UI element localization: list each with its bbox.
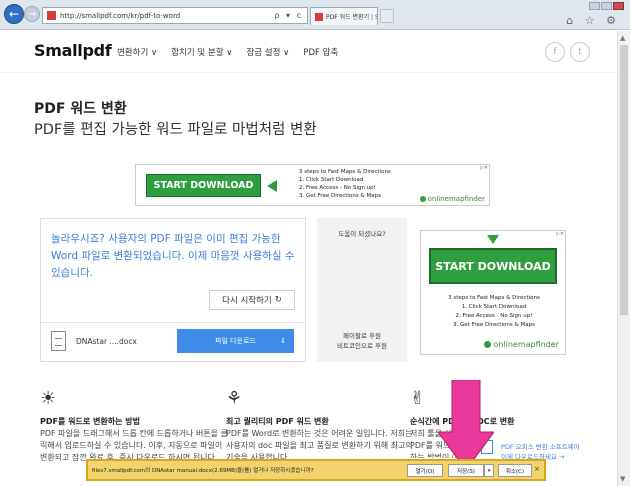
restart-button[interactable]: 다시 시작하기 ↻: [209, 290, 295, 310]
green-arrow-icon: [267, 180, 277, 192]
browser-titlebar: ← → http://smallpdf.com/kr/pdf-to-word ρ…: [0, 0, 630, 30]
award-icon: ⚘: [226, 388, 243, 409]
scroll-up-icon[interactable]: ▲: [620, 34, 625, 42]
page-scrollbar[interactable]: ▲ ▼: [617, 31, 630, 486]
card-divider: [41, 322, 305, 323]
donate-links[interactable]: 페이팔로 후원 비트코인으로 후원: [317, 331, 407, 351]
save-options-dropdown[interactable]: ▾: [484, 464, 494, 477]
url-text: http://smallpdf.com/kr/pdf-to-word: [60, 11, 181, 20]
ad-step: 1. Click Start Download: [299, 177, 364, 183]
side-ad-start-download-button[interactable]: START DOWNLOAD: [429, 248, 557, 284]
side-ad-brand-text: onlinemapfinder: [493, 340, 559, 349]
cancel-button[interactable]: 취소(C): [498, 464, 532, 477]
download-file-button[interactable]: 파일 다운로드 ⇓: [177, 329, 294, 353]
minimize-button[interactable]: [589, 2, 600, 10]
smallpdf-logo[interactable]: Smallpdf: [34, 41, 112, 60]
pink-down-arrow-icon: [438, 380, 494, 470]
side-ad-step: 3. Get Free Directions & Maps: [453, 322, 535, 328]
banner-ad[interactable]: ▷✕ START DOWNLOAD 3 steps to Fast Maps &…: [135, 164, 490, 206]
site-favicon-icon: [47, 11, 56, 20]
lightbulb-icon: ☀: [40, 388, 57, 409]
ad-step: 3. Get Free Directions & Maps: [299, 193, 381, 199]
download-file-label: 파일 다운로드: [215, 337, 256, 345]
side-ad-steps-head: 3 steps to Fast Maps & Directions: [448, 295, 540, 301]
green-down-arrow-icon: [487, 235, 499, 244]
menu-item-compress[interactable]: PDF 압축: [303, 46, 338, 58]
save-button[interactable]: 저장(S): [448, 464, 484, 477]
result-message: 놀라우시죠? 사용자의 PDF 파일은 이미 편집 가능한 Word 파일로 변…: [51, 233, 295, 279]
close-icon[interactable]: ×: [534, 465, 540, 473]
feature-title: PDF를 워드로 변환하는 방법: [40, 417, 140, 426]
forward-arrow-icon[interactable]: →: [24, 6, 40, 22]
menu-item-lock[interactable]: 잠금 설정 ∨: [246, 46, 289, 58]
twitter-icon[interactable]: t: [570, 42, 590, 62]
address-bar[interactable]: http://smallpdf.com/kr/pdf-to-word ρ ▾ c: [42, 7, 308, 24]
download-icon: ⇓: [280, 337, 286, 345]
page-title: PDF 워드 변환: [34, 101, 127, 117]
feature-title: 최고 퀄리티의 PDF 워드 변환: [226, 417, 329, 426]
adchoices-icon[interactable]: ▷✕: [556, 231, 564, 237]
refresh-icon: ↻: [274, 295, 282, 305]
new-tab-button[interactable]: [380, 9, 394, 23]
site-header: Smallpdf 변환하기 ∨ 합치기 및 분할 ∨ 잠금 설정 ∨ PDF 압…: [0, 31, 617, 73]
scroll-down-icon[interactable]: ▼: [620, 475, 625, 483]
help-question: 도움이 되셨나요?: [338, 230, 386, 238]
close-window-button[interactable]: [613, 2, 624, 10]
ad-brand-text: onlinemapfinder: [427, 195, 485, 203]
restart-label: 다시 시작하기: [222, 296, 272, 306]
file-name: DNAstar ....docx: [76, 337, 137, 346]
side-ad-brand: onlinemapfinder: [484, 340, 559, 349]
browser-tool-icons[interactable]: ⌂ ☆ ⚙: [566, 14, 620, 27]
adchoices-icon[interactable]: ▷✕: [480, 165, 488, 171]
tab-favicon-icon: [315, 12, 323, 21]
open-button[interactable]: 열기(O): [407, 464, 443, 477]
download-notification-bar: files7.smallpdf.com의 DNAstar manual.docx…: [86, 459, 546, 481]
side-ad-step: 1. Click Start Download: [461, 304, 527, 310]
ad-step: 2. Free Access - No Sign up!: [299, 185, 376, 191]
download-prompt-text: files7.smallpdf.com의 DNAstar manual.docx…: [92, 468, 314, 474]
page-subtitle: PDF를 편집 가능한 워드 파일로 마법처럼 변환: [34, 122, 317, 138]
address-tools[interactable]: ρ ▾ c: [274, 11, 303, 20]
tab-smallpdf[interactable]: PDF 워드 변환기 | Smallp... ×: [310, 7, 378, 25]
help-panel: 도움이 되셨나요? 페이팔로 후원 비트코인으로 후원: [317, 218, 407, 362]
back-arrow-icon[interactable]: ←: [4, 4, 24, 24]
scroll-thumb[interactable]: [620, 45, 628, 315]
result-card: 놀라우시죠? 사용자의 PDF 파일은 이미 편집 가능한 Word 파일로 변…: [40, 218, 306, 362]
main-menu: 변환하기 ∨ 합치기 및 분할 ∨ 잠금 설정 ∨ PDF 압축: [117, 46, 338, 58]
side-ad-steps: 3 steps to Fast Maps & Directions 1. Cli…: [421, 294, 567, 330]
side-ad-step: 2. Free Access - No Sign up!: [455, 313, 533, 319]
thumbs-up-icon: ✌: [410, 388, 426, 409]
ad-steps: 3 steps to Fast Maps & Directions 1. Cli…: [299, 168, 391, 200]
side-ad[interactable]: ▷✕ START DOWNLOAD 3 steps to Fast Maps &…: [420, 230, 566, 355]
menu-item-convert[interactable]: 변환하기 ∨: [117, 46, 157, 58]
brand-globe-icon: [419, 196, 426, 202]
window-controls: [589, 2, 624, 10]
tab-title: PDF 워드 변환기 | Smallp...: [326, 14, 377, 21]
brand-globe-icon: [484, 341, 492, 348]
ad-start-download-button[interactable]: START DOWNLOAD: [146, 174, 261, 197]
document-icon: [51, 331, 66, 351]
facebook-icon[interactable]: f: [545, 42, 565, 62]
ad-steps-head: 3 steps to Fast Maps & Directions: [299, 169, 391, 175]
ad-brand: onlinemapfinder: [419, 195, 485, 203]
maximize-button[interactable]: [601, 2, 612, 10]
menu-item-merge-split[interactable]: 합치기 및 분할 ∨: [171, 46, 232, 58]
